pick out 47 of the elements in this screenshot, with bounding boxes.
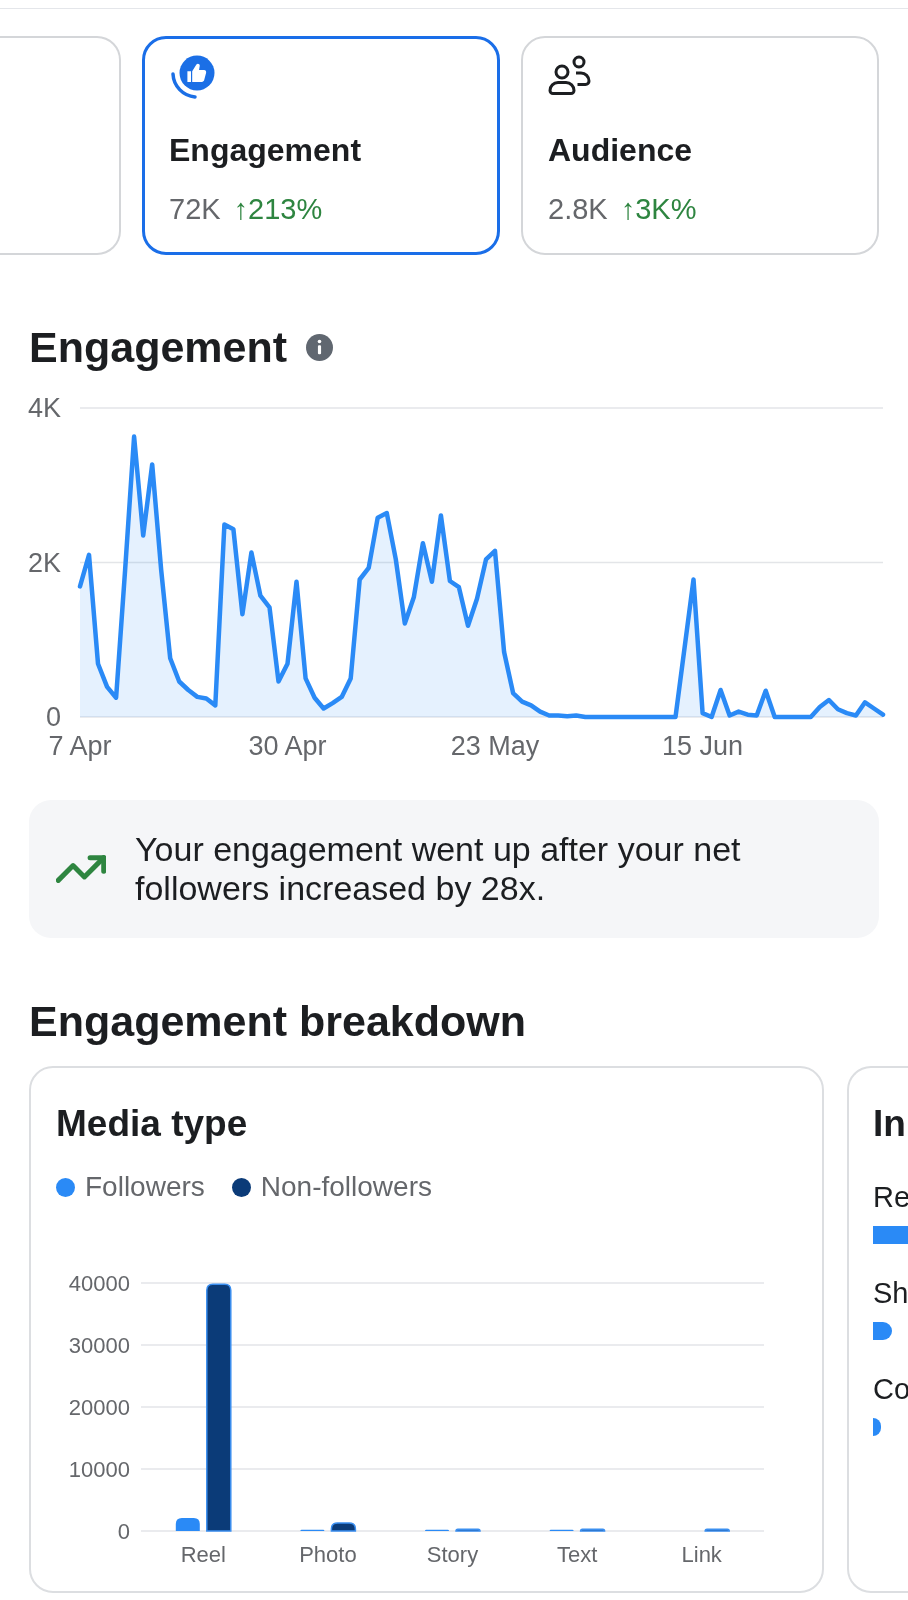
card-title: Media type bbox=[56, 1102, 248, 1146]
card-title: In bbox=[873, 1102, 907, 1146]
section-title: Engagement breakdown bbox=[29, 996, 526, 1046]
metric-title: Audience bbox=[548, 131, 693, 169]
axis-label: 2K bbox=[27, 547, 61, 578]
thumbs-up-icon bbox=[169, 55, 215, 101]
chart-bar bbox=[579, 1528, 606, 1532]
section-title: Engagement bbox=[29, 322, 288, 372]
chart-bar bbox=[175, 1518, 200, 1531]
axis-label: Photo bbox=[299, 1541, 357, 1567]
chart-bar bbox=[455, 1528, 481, 1532]
legend-label: Non-followers bbox=[260, 1170, 432, 1204]
metric-change: ↑213% bbox=[233, 192, 323, 226]
axis-label: 4K bbox=[27, 395, 61, 423]
axis-label: 7 Apr bbox=[48, 731, 112, 761]
axis-label: 10000 bbox=[68, 1456, 130, 1482]
chart-bar bbox=[873, 1418, 881, 1436]
metric-title: Engagement bbox=[169, 131, 362, 169]
axis-label: Reel bbox=[180, 1541, 226, 1567]
axis-label: 23 May bbox=[450, 731, 540, 761]
chart-bar bbox=[330, 1522, 357, 1532]
axis-label: 20000 bbox=[68, 1394, 130, 1420]
metric-card[interactable]: Audience 2.8K ↑3K% bbox=[521, 36, 879, 255]
trend-up-icon bbox=[56, 853, 106, 885]
axis-label: 0 bbox=[117, 1518, 130, 1544]
metric-value: 2.8K bbox=[548, 192, 608, 226]
row-label: Re bbox=[873, 1180, 908, 1214]
row-label: Co bbox=[873, 1372, 908, 1406]
chart-bar bbox=[704, 1528, 730, 1532]
row-label: Sh bbox=[873, 1276, 908, 1310]
axis-label: 0 bbox=[45, 702, 61, 732]
axis-label: Link bbox=[681, 1541, 722, 1567]
insight-text: Your engagement went up after your net followers increased by 28x. bbox=[135, 830, 742, 908]
axis-label: 40000 bbox=[68, 1270, 130, 1296]
metric-value: 72K bbox=[169, 192, 221, 226]
metric-card[interactable]: Engagement 72K ↑213% bbox=[142, 36, 500, 255]
chart-bar bbox=[873, 1226, 908, 1244]
info-icon[interactable] bbox=[306, 333, 334, 361]
axis-label: Story bbox=[426, 1541, 479, 1567]
people-icon bbox=[548, 55, 592, 96]
axis-label: Text bbox=[556, 1541, 598, 1567]
axis-label: 30000 bbox=[68, 1332, 130, 1358]
legend-label: Followers bbox=[85, 1170, 205, 1204]
axis-label: 30 Apr bbox=[248, 731, 327, 761]
chart-bar bbox=[873, 1322, 892, 1340]
metric-change: ↑3K% bbox=[620, 192, 697, 226]
axis-label: 15 Jun bbox=[662, 731, 744, 761]
